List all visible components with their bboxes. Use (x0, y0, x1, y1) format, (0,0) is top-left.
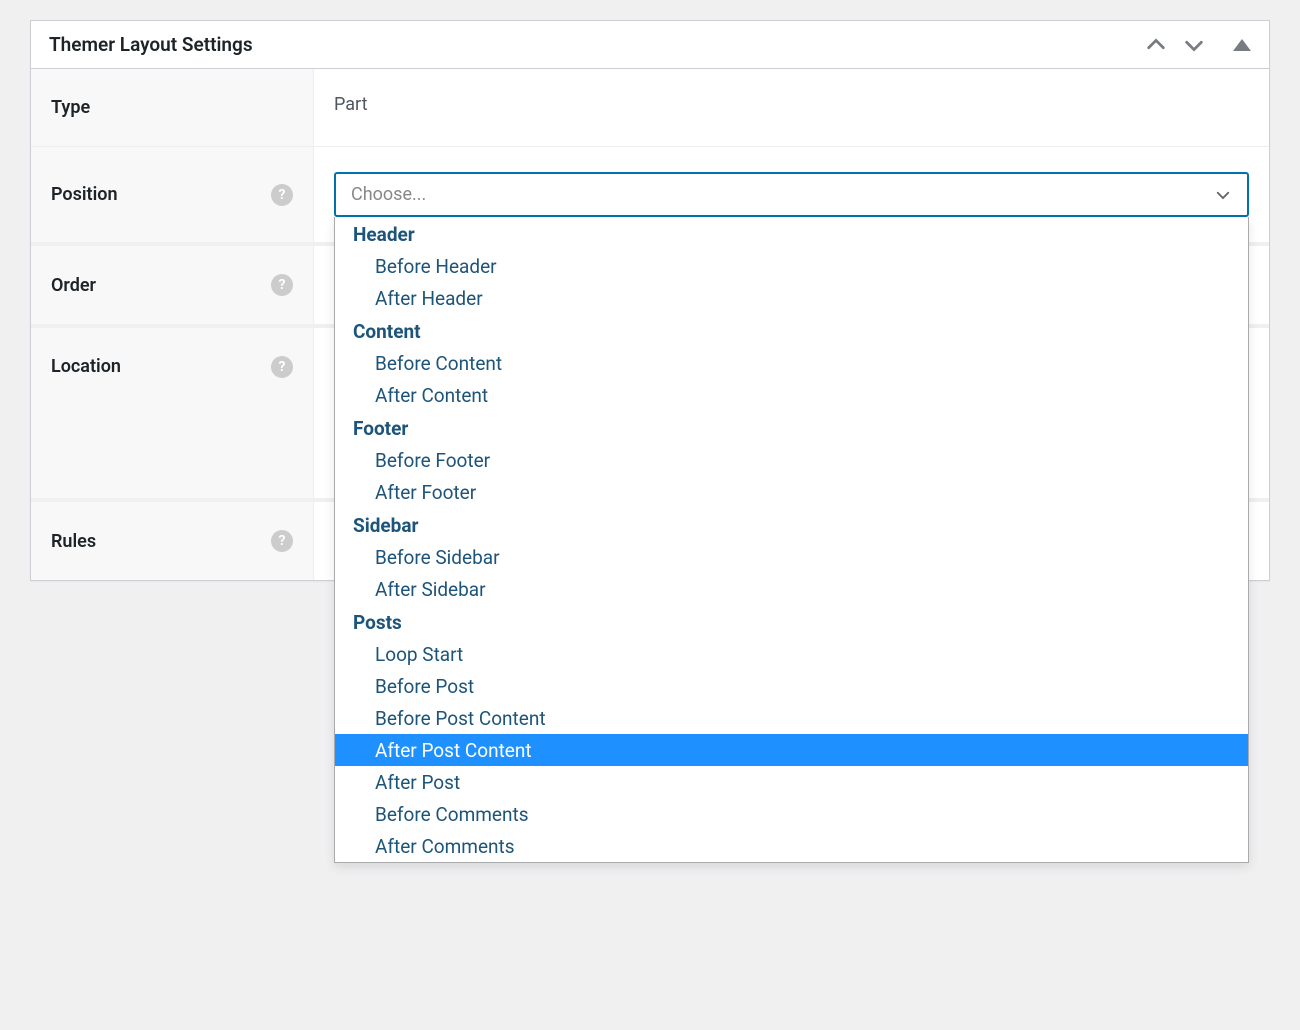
metabox-actions (1145, 34, 1251, 56)
label-location: Location ? (31, 328, 314, 498)
help-icon[interactable]: ? (271, 356, 293, 378)
dropdown-item[interactable]: After Post (335, 766, 1248, 798)
value-position: Choose... HeaderBefore HeaderAfter Heade… (314, 147, 1269, 242)
metabox-header: Themer Layout Settings (31, 21, 1269, 69)
dropdown-group: Posts (335, 605, 1248, 638)
label-text: Rules (51, 531, 96, 552)
dropdown-item[interactable]: Before Footer (335, 444, 1248, 476)
dropdown-item[interactable]: After Comments (335, 830, 1248, 862)
dropdown-item[interactable]: Before Header (335, 250, 1248, 282)
help-icon[interactable]: ? (271, 530, 293, 552)
settings-table: Type Part Position ? Choose... HeaderBef… (31, 69, 1269, 580)
dropdown-item[interactable]: Before Content (335, 347, 1248, 379)
dropdown-group: Header (335, 217, 1248, 250)
label-rules: Rules ? (31, 502, 314, 580)
dropdown-group: Footer (335, 411, 1248, 444)
dropdown-item[interactable]: Before Comments (335, 798, 1248, 830)
label-text: Type (51, 97, 90, 118)
value-type: Part (314, 69, 1269, 140)
dropdown-item[interactable]: After Footer (335, 476, 1248, 508)
position-select: Choose... HeaderBefore HeaderAfter Heade… (334, 172, 1249, 217)
dropdown-group: Content (335, 314, 1248, 347)
collapse-icon[interactable] (1233, 39, 1251, 51)
label-type: Type (31, 69, 314, 146)
dropdown-item[interactable]: Before Post Content (335, 702, 1248, 734)
metabox-title: Themer Layout Settings (49, 33, 253, 56)
move-down-icon[interactable] (1183, 34, 1205, 56)
dropdown-item[interactable]: After Post Content (335, 734, 1248, 766)
dropdown-item[interactable]: After Content (335, 379, 1248, 411)
label-text: Location (51, 356, 121, 377)
row-type: Type Part (31, 69, 1269, 146)
dropdown-item[interactable]: Before Sidebar (335, 541, 1248, 573)
move-up-icon[interactable] (1145, 34, 1167, 56)
position-select-input[interactable]: Choose... (334, 172, 1249, 217)
dropdown-item[interactable]: Loop Start (335, 638, 1248, 670)
help-icon[interactable]: ? (271, 274, 293, 296)
dropdown-item[interactable]: After Header (335, 282, 1248, 314)
help-icon[interactable]: ? (271, 184, 293, 206)
dropdown-group: Sidebar (335, 508, 1248, 541)
label-position: Position ? (31, 147, 314, 242)
themer-settings-metabox: Themer Layout Settings Type Part Positio… (30, 20, 1270, 581)
chevron-down-icon (1214, 186, 1232, 204)
position-dropdown[interactable]: HeaderBefore HeaderAfter HeaderContentBe… (334, 217, 1249, 863)
dropdown-item[interactable]: After Sidebar (335, 573, 1248, 605)
label-order: Order ? (31, 246, 314, 324)
row-position: Position ? Choose... HeaderBefore Header… (31, 146, 1269, 242)
dropdown-item[interactable]: Before Post (335, 670, 1248, 702)
label-text: Order (51, 275, 96, 296)
label-text: Position (51, 184, 118, 205)
select-placeholder: Choose... (351, 184, 426, 205)
